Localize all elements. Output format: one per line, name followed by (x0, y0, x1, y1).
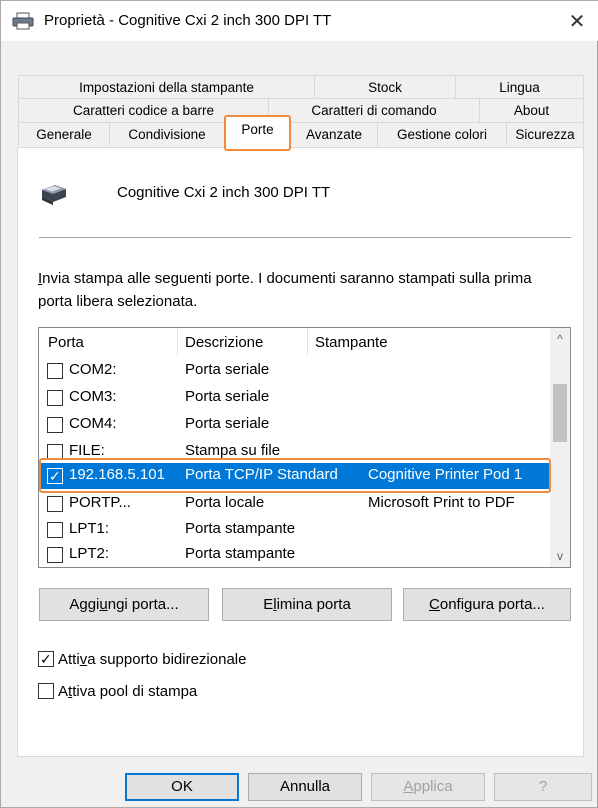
printer-icon (12, 12, 34, 30)
window-title: Proprietà - Cognitive Cxi 2 inch 300 DPI… (44, 12, 332, 29)
ports-description: Invia stampa alle seguenti porte. I docu… (38, 267, 568, 313)
tab-gestione-colori[interactable]: Gestione colori (377, 122, 507, 146)
title-bar: Proprietà - Cognitive Cxi 2 inch 300 DPI… (1, 1, 598, 41)
port-description: Porta locale (185, 494, 265, 511)
tab-caratteri-comando[interactable]: Caratteri di comando (268, 98, 480, 122)
port-checkbox[interactable] (47, 417, 63, 433)
checkbox[interactable]: ✓ (38, 651, 54, 667)
port-row-selected[interactable]: ✓ 192.168.5.101 Porta TCP/IP Standard Co… (39, 463, 549, 489)
tab-avanzate[interactable]: Avanzate (290, 122, 378, 146)
divider (39, 237, 571, 238)
port-description: Porta seriale (185, 361, 270, 378)
port-checkbox[interactable] (47, 363, 63, 379)
port-row[interactable]: COM2: Porta seriale (39, 359, 549, 383)
tab-sicurezza[interactable]: Sicurezza (506, 122, 584, 146)
delete-port-button[interactable]: Elimina porta (222, 588, 392, 621)
column-header-descrizione[interactable]: Descrizione (185, 334, 263, 351)
port-row[interactable]: PORTP... Porta locale Microsoft Print to… (39, 492, 549, 516)
port-description: Porta stampante (185, 545, 296, 562)
column-separator (307, 328, 308, 356)
port-printer: Cognitive Printer Pod 1 (368, 466, 523, 483)
bidirectional-support-checkbox[interactable]: ✓ Attiva supporto bidirezionale (38, 651, 246, 668)
configure-port-button[interactable]: Configura porta... (403, 588, 571, 621)
port-checkbox[interactable] (47, 522, 63, 538)
help-button[interactable]: ? (494, 773, 592, 801)
port-description: Porta seriale (185, 415, 270, 432)
port-printer: Microsoft Print to PDF (368, 494, 515, 511)
add-port-button[interactable]: Aggiungi porta... (39, 588, 209, 621)
close-icon: ✕ (568, 10, 586, 33)
ok-button[interactable]: OK (125, 773, 239, 801)
port-name: COM2: (69, 361, 117, 378)
ports-list[interactable]: Porta Descrizione Stampante COM2: Porta … (38, 327, 571, 568)
port-description: Porta TCP/IP Standard (185, 466, 338, 483)
checkmark-icon: ✓ (40, 651, 52, 667)
port-checkbox[interactable] (47, 390, 63, 406)
port-name: COM4: (69, 415, 117, 432)
printer-icon (42, 185, 66, 205)
printer-name: Cognitive Cxi 2 inch 300 DPI TT (117, 184, 331, 201)
port-checkbox[interactable] (47, 444, 63, 460)
scroll-thumb[interactable] (553, 384, 567, 442)
description-text: nvia stampa alle seguenti porte. I docum… (38, 270, 532, 310)
port-row[interactable]: LPT1: Porta stampante (39, 518, 549, 542)
cancel-button[interactable]: Annulla (248, 773, 362, 801)
apply-button[interactable]: Applica (371, 773, 485, 801)
tab-about[interactable]: About (479, 98, 584, 122)
ports-scrollbar[interactable]: ^ v (550, 328, 570, 567)
port-name: FILE: (69, 442, 105, 459)
port-name: PORTP... (69, 494, 131, 511)
tab-condivisione[interactable]: Condivisione (109, 122, 225, 146)
tab-lingua[interactable]: Lingua (455, 75, 584, 99)
column-header-porta[interactable]: Porta (48, 334, 84, 351)
port-row[interactable]: FILE: Stampa su file (39, 440, 549, 464)
close-button[interactable]: ✕ (555, 1, 598, 41)
printer-pool-checkbox[interactable]: Attiva pool di stampa (38, 683, 197, 700)
properties-dialog: Proprietà - Cognitive Cxi 2 inch 300 DPI… (0, 0, 598, 808)
port-checkbox[interactable] (47, 547, 63, 563)
port-name: LPT1: (69, 520, 110, 537)
checkbox[interactable] (38, 683, 54, 699)
tab-porte[interactable]: Porte (224, 115, 291, 151)
port-description: Stampa su file (185, 442, 281, 459)
column-separator (177, 328, 178, 356)
port-description: Porta seriale (185, 388, 270, 405)
port-name: 192.168.5.101 (69, 466, 165, 483)
checkmark-icon: ✓ (49, 468, 61, 484)
port-name: COM3: (69, 388, 117, 405)
port-row[interactable]: LPT2: Porta stampante (39, 543, 549, 567)
port-checkbox[interactable]: ✓ (47, 468, 63, 484)
scroll-up-icon[interactable]: ^ (550, 330, 570, 348)
port-row[interactable]: COM4: Porta seriale (39, 413, 549, 437)
tab-generale[interactable]: Generale (18, 122, 110, 146)
tab-stock[interactable]: Stock (314, 75, 456, 99)
column-header-stampante[interactable]: Stampante (315, 334, 388, 351)
port-name: LPT2: (69, 545, 110, 562)
port-description: Porta stampante (185, 520, 296, 537)
port-row[interactable]: COM3: Porta seriale (39, 386, 549, 410)
scroll-down-icon[interactable]: v (550, 547, 570, 565)
port-checkbox[interactable] (47, 496, 63, 512)
tab-impostazioni-stampante[interactable]: Impostazioni della stampante (18, 75, 315, 99)
